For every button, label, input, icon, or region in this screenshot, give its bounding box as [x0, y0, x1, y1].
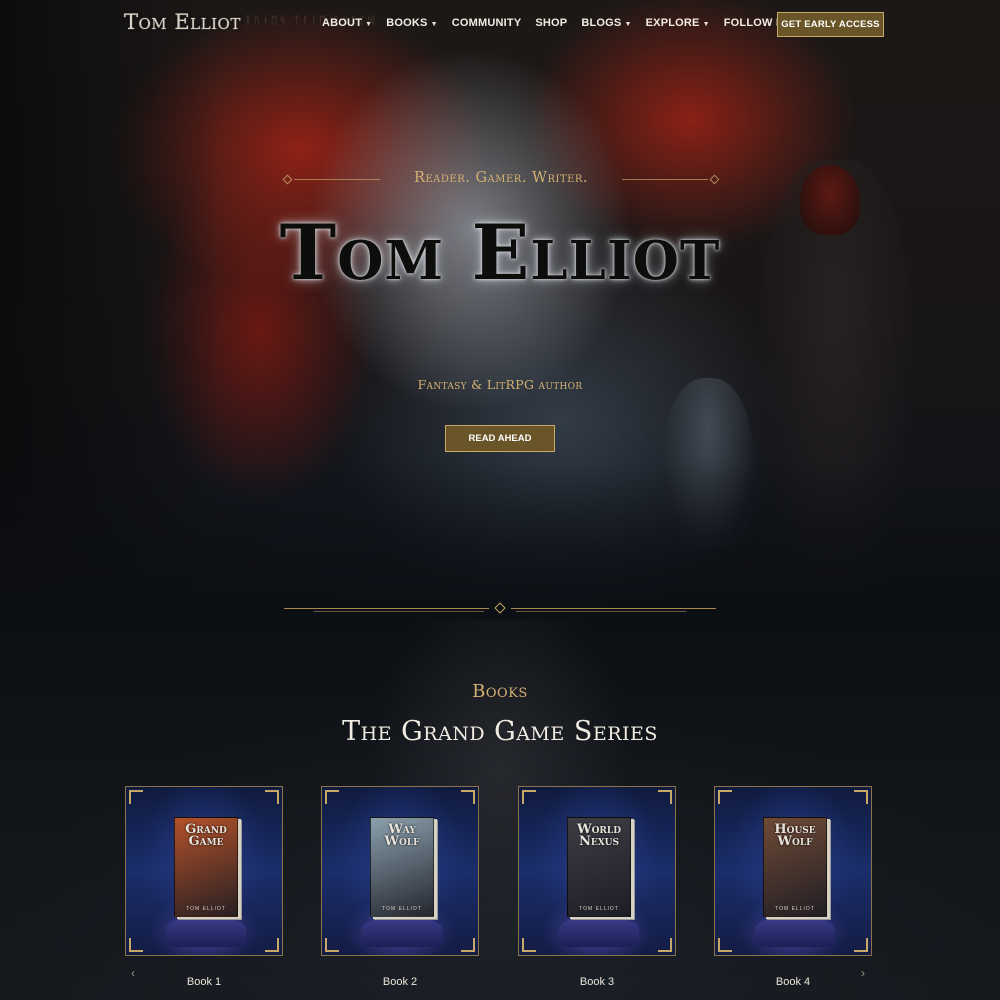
chevron-down-icon: ▼ — [702, 20, 710, 28]
frame-corner — [854, 938, 868, 952]
nav-label: ABOUT — [322, 17, 363, 29]
series-title: The Grand Game Series — [342, 716, 658, 747]
frame-corner — [718, 938, 732, 952]
frame-corner — [265, 790, 279, 804]
book-card[interactable]: World Nexus TOM ELLIOT — [518, 786, 676, 956]
nav-item-blogs[interactable]: BLOGS ▼ — [581, 17, 631, 29]
chevron-left-icon[interactable]: ‹ — [131, 966, 135, 980]
book-card-frame: World Nexus TOM ELLIOT — [518, 786, 676, 956]
book-label[interactable]: Book 2 — [321, 976, 479, 988]
book-cover-author: TOM ELLIOT — [382, 906, 422, 912]
divider-line — [314, 611, 484, 612]
divider-line — [516, 611, 686, 612]
frame-corner — [129, 938, 143, 952]
frame-corner — [522, 790, 536, 804]
book-cover-author: TOM ELLIOT — [579, 906, 619, 912]
book-cover-title: House Wolf — [774, 822, 816, 849]
chevron-down-icon: ▼ — [365, 20, 373, 28]
books-kicker: Books — [472, 681, 528, 702]
divider-line — [284, 608, 489, 609]
diamond-ornament-icon — [494, 602, 506, 614]
frame-corner — [325, 938, 339, 952]
frame-corner — [854, 790, 868, 804]
frame-corner — [522, 938, 536, 952]
pedestal-art — [166, 917, 246, 947]
chevron-down-icon: ▼ — [624, 20, 632, 28]
book-cover-author: TOM ELLIOT — [775, 906, 815, 912]
nav-item-community[interactable]: COMMUNITY — [452, 17, 522, 29]
nav-label: COMMUNITY — [451, 17, 522, 29]
pedestal-art — [362, 917, 442, 947]
nav-item-about[interactable]: ABOUT ▼ — [322, 17, 372, 29]
frame-corner — [658, 938, 672, 952]
top-navigation: Tom Elliot ᚱᚢᚾᛖᛋ ᛏᚨᛚᛖ ᚹᛟᚱᛚᛞ ABOUT ▼ BOOKS… — [0, 0, 1000, 50]
book-cover-author: TOM ELLIOT — [186, 906, 226, 912]
book-cover: Grand Game TOM ELLIOT — [174, 817, 238, 917]
frame-corner — [461, 790, 475, 804]
frame-corner — [129, 790, 143, 804]
book-label[interactable]: Book 3 — [518, 976, 676, 988]
nav-item-books[interactable]: BOOKS ▼ — [386, 17, 437, 29]
site-logo[interactable]: Tom Elliot — [124, 10, 241, 34]
tagline-row: Reader. Gamer. Writer. — [282, 168, 720, 192]
hero-fade — [0, 460, 1000, 620]
book-label[interactable]: Book 4 — [714, 976, 872, 988]
nav-label: EXPLORE — [645, 17, 700, 29]
book-card[interactable]: Grand Game TOM ELLIOT — [125, 786, 283, 956]
nav-item-explore[interactable]: EXPLORE ▼ — [646, 17, 710, 29]
hero-tagline: Reader. Gamer. Writer. — [413, 170, 589, 186]
frame-corner — [718, 790, 732, 804]
ornament-line — [622, 179, 708, 180]
nav-label: BLOGS — [581, 17, 622, 29]
hero-title: Tom Elliot — [279, 208, 721, 297]
frame-corner — [265, 938, 279, 952]
frame-corner — [325, 790, 339, 804]
section-divider — [284, 602, 716, 614]
nav-menu: ABOUT ▼ BOOKS ▼ COMMUNITY SHOP BLOGS ▼ EXPL… — [322, 17, 817, 29]
book-card[interactable]: Way Wolf TOM ELLIOT — [321, 786, 479, 956]
hero-background — [0, 0, 1000, 620]
nav-item-shop[interactable]: SHOP — [535, 17, 567, 29]
book-label[interactable]: Book 1 — [125, 976, 283, 988]
book-card-frame: Grand Game TOM ELLIOT — [125, 786, 283, 956]
book-cover: World Nexus TOM ELLIOT — [567, 817, 631, 917]
pedestal-art — [559, 917, 639, 947]
book-cover-title: Way Wolf — [384, 822, 420, 849]
frame-corner — [461, 938, 475, 952]
book-card-frame: Way Wolf TOM ELLIOT — [321, 786, 479, 956]
chevron-right-icon[interactable]: › — [861, 966, 865, 980]
book-card[interactable]: House Wolf TOM ELLIOT — [714, 786, 872, 956]
pedestal-art — [755, 917, 835, 947]
chevron-down-icon: ▼ — [430, 20, 438, 28]
frame-corner — [658, 790, 672, 804]
book-card-frame: House Wolf TOM ELLIOT — [714, 786, 872, 956]
book-cover: Way Wolf TOM ELLIOT — [370, 817, 434, 917]
book-cover-title: World Nexus — [576, 822, 622, 849]
nav-label: BOOKS — [386, 17, 428, 29]
hero-subtitle: Fantasy & LitRPG author — [417, 377, 583, 392]
book-cover-title: Grand Game — [185, 822, 227, 849]
get-early-access-button[interactable]: GET EARLY ACCESS — [777, 12, 884, 37]
nav-label: SHOP — [535, 17, 568, 29]
book-cover: House Wolf TOM ELLIOT — [763, 817, 827, 917]
divider-line — [511, 608, 716, 609]
read-ahead-button[interactable]: READ AHEAD — [445, 425, 555, 452]
